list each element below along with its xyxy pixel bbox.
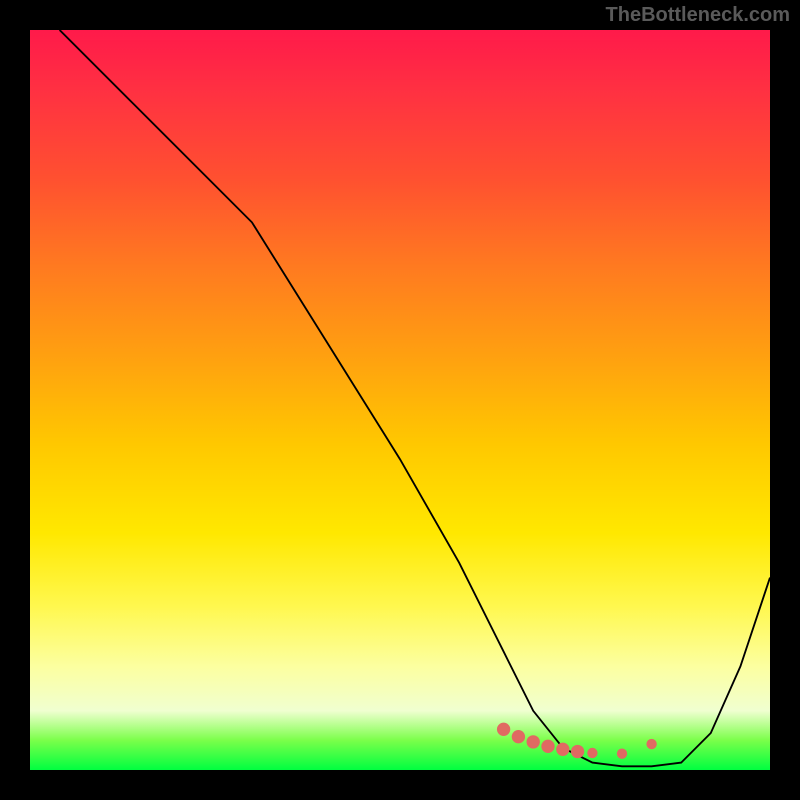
marker-dot — [512, 730, 525, 743]
marker-dot — [587, 748, 597, 758]
marker-dot — [571, 745, 584, 758]
marker-dot — [541, 740, 554, 753]
marker-dot — [617, 749, 627, 759]
marker-dots — [497, 723, 657, 759]
plot-area — [30, 30, 770, 770]
marker-dot — [646, 739, 656, 749]
marker-dot — [556, 743, 569, 756]
marker-dot — [527, 735, 540, 748]
marker-dot — [497, 723, 510, 736]
watermark-text: TheBottleneck.com — [606, 4, 790, 27]
main-curve — [60, 30, 770, 766]
chart-svg — [30, 30, 770, 770]
